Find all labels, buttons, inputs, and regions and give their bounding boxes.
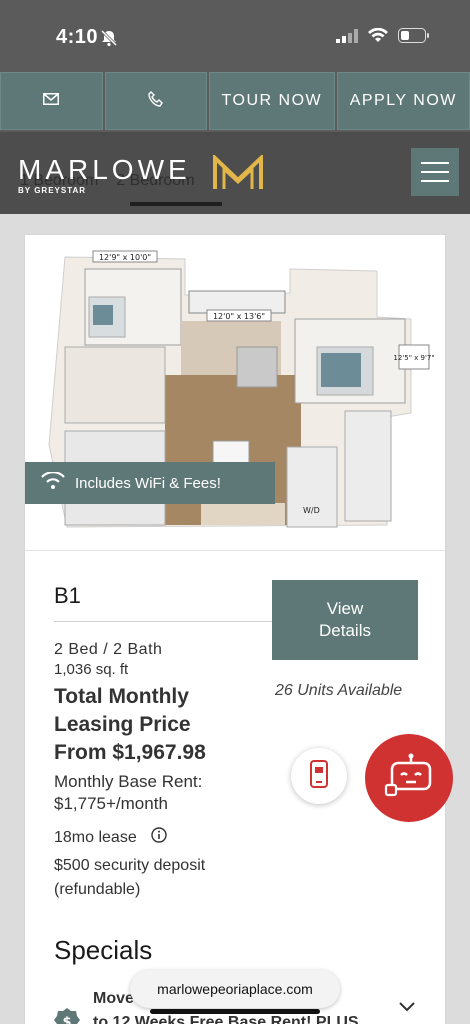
deposit-line-2: (refundable) (54, 881, 141, 898)
lease-text: 18mo lease (54, 828, 137, 846)
plan-name: B1 (54, 583, 81, 608)
lease-term: 18mo lease (54, 827, 294, 848)
wifi-icon (368, 27, 388, 48)
status-bar: 4:10 (0, 0, 470, 72)
chevron-down-icon[interactable] (399, 999, 415, 1017)
logo-m-icon (212, 153, 264, 196)
dim-label-1: 12'9" x 10'0" (99, 253, 151, 262)
base-rent-line-2: $1,775+/month (54, 794, 168, 813)
base-rent: Monthly Base Rent: $1,775+/month (54, 771, 294, 815)
floorplan-card: 12'9" x 10'0" 12'0" x 13'6" 12'5" x 9'7"… (24, 234, 446, 1024)
status-time: 4:10 (56, 26, 99, 48)
hamburger-menu-button[interactable] (411, 148, 459, 196)
robot-icon (382, 753, 436, 804)
units-available: 26 Units Available (275, 682, 403, 699)
price-line-2: Leasing Price (54, 713, 191, 736)
wifi-icon (41, 471, 65, 494)
active-tab-indicator (130, 202, 222, 206)
info-icon[interactable] (151, 827, 167, 848)
envelope-icon (43, 92, 60, 110)
signal-icon (336, 28, 358, 48)
brand-name: MARLOWE (18, 154, 191, 185)
base-rent-line-1: Monthly Base Rent: (54, 772, 203, 791)
security-deposit: $500 security deposit (refundable) (54, 854, 294, 902)
call-button[interactable] (104, 72, 208, 130)
email-button[interactable] (0, 72, 103, 130)
apply-now-button[interactable]: APPLY NOW (336, 72, 470, 130)
brand-sub: BY GREYSTAR (18, 186, 87, 195)
svg-text:$: $ (62, 1015, 71, 1024)
battery-icon (398, 28, 430, 48)
price-line-3: From $1,967.98 (54, 741, 206, 764)
bed-bath: 2 Bed / 2 Bath (54, 641, 163, 658)
wd-label: W/D (303, 506, 320, 515)
action-bar: TOUR NOW APPLY NOW (0, 72, 470, 132)
home-indicator (150, 1009, 320, 1014)
mobile-contact-button[interactable] (291, 748, 347, 804)
chatbot-button[interactable] (365, 734, 453, 822)
wifi-banner-text: Includes WiFi & Fees! (75, 474, 221, 492)
divider (54, 621, 302, 622)
bell-slash-icon (100, 29, 118, 52)
tour-now-button[interactable]: TOUR NOW (209, 72, 335, 130)
brand-logo[interactable]: MARLOWE BY GREYSTAR (18, 154, 191, 195)
dollar-badge-icon: $ (53, 1007, 81, 1024)
view-details-line1: View (326, 599, 364, 618)
dim-label-3: 12'5" x 9'7" (393, 354, 434, 362)
status-indicators (336, 27, 430, 48)
wifi-banner: Includes WiFi & Fees! (25, 462, 275, 504)
specials-title: Specials (54, 935, 153, 965)
phone-icon (148, 90, 164, 112)
plan-details: 2 Bed / 2 Bath 1,036 sq. ft Total Monthl… (54, 641, 294, 902)
dim-label-2: 12'0" x 13'6" (213, 312, 265, 321)
mobile-phone-icon (307, 759, 331, 794)
price-line-1: Total Monthly (54, 685, 189, 708)
total-price: Total Monthly Leasing Price From $1,967.… (54, 683, 294, 767)
view-details-line2: Details (319, 621, 371, 640)
browser-url-bar[interactable]: marlowepeoriaplace.com (130, 970, 340, 1008)
square-footage: 1,036 sq. ft (54, 661, 129, 678)
floorplan-image[interactable]: 12'9" x 10'0" 12'0" x 13'6" 12'5" x 9'7"… (25, 235, 445, 551)
deposit-line-1: $500 security deposit (54, 857, 206, 874)
